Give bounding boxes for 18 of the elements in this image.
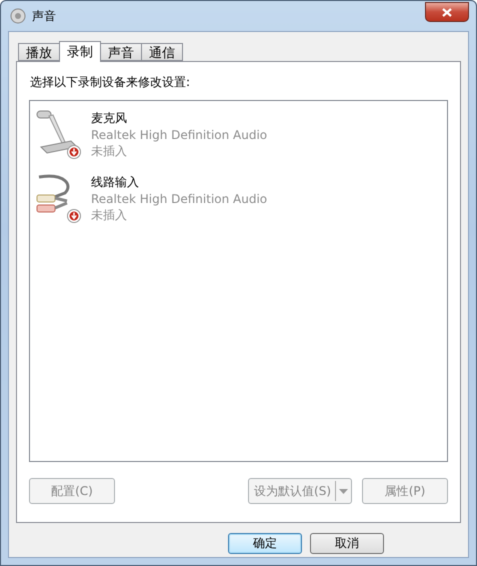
speaker-icon <box>10 8 26 24</box>
tab[interactable]: 声音 <box>100 43 142 61</box>
instruction-text: 选择以下录制设备来修改设置: <box>30 74 192 91</box>
device-driver: Realtek High Definition Audio <box>91 128 268 142</box>
dialog-button[interactable]: 确定 <box>228 533 302 554</box>
device-status: 未插入 <box>91 207 128 224</box>
close-icon <box>442 8 452 16</box>
window-title: 声音 <box>32 8 56 24</box>
close-button[interactable] <box>425 2 469 22</box>
device-name[interactable]: 线路输入 <box>91 174 268 191</box>
tab[interactable]: 录制 <box>59 41 101 62</box>
device-driver: Realtek High Definition Audio <box>91 192 268 206</box>
dialog-button[interactable]: 取消 <box>310 533 384 554</box>
tab[interactable]: 通信 <box>141 43 183 61</box>
tab[interactable]: 播放 <box>18 43 60 61</box>
caret-icon <box>339 488 348 494</box>
device-status: 未插入 <box>91 143 128 160</box>
device-name[interactable]: 麦克风 <box>91 110 268 127</box>
